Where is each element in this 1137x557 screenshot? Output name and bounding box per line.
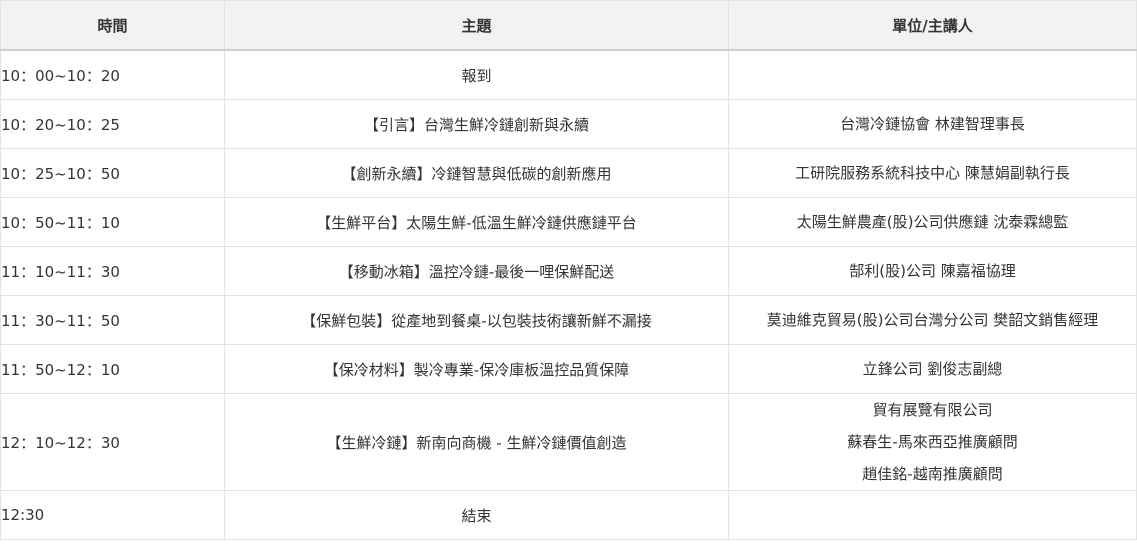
table-row: 11：50~12：10 【保冷材料】製冷專業-保冷庫板溫控品質保障 立鋒公司 劉俊志…: [0, 344, 1137, 394]
agenda-table: 時間 主題 單位/主講人 10：00~10：20 報到 10：20~10：25 【引言…: [0, 0, 1137, 540]
row-speaker: 莫迪維克貿易(股)公司台灣分公司 樊韶文銷售經理: [728, 295, 1137, 345]
speaker-lines: 莫迪維克貿易(股)公司台灣分公司 樊韶文銷售經理: [729, 304, 1136, 336]
speaker-lines: 郜利(股)公司 陳嘉福協理: [729, 255, 1136, 287]
row-topic: 【保冷材料】製冷專業-保冷庫板溫控品質保障: [224, 344, 729, 394]
row-time: 12:30: [0, 490, 225, 540]
agenda-body: 10：00~10：20 報到 10：20~10：25 【引言】台灣生鮮冷鏈創新與永續 台…: [0, 49, 1137, 540]
row-time: 10：25~10：50: [0, 148, 225, 198]
speaker-line: 郜利(股)公司 陳嘉福協理: [849, 262, 1016, 280]
speaker-line: 蘇春生-馬來西亞推廣顧問: [847, 433, 1018, 451]
speaker-line: 莫迪維克貿易(股)公司台灣分公司 樊韶文銷售經理: [766, 311, 1099, 329]
speaker-line: 台灣冷鏈協會 林建智理事長: [840, 115, 1025, 133]
row-topic: 【生鮮平台】太陽生鮮-低溫生鮮冷鏈供應鏈平台: [224, 197, 729, 247]
row-speaker: 立鋒公司 劉俊志副總: [728, 344, 1137, 394]
header-row: 時間 主題 單位/主講人: [0, 0, 1137, 51]
speaker-line: 貿有展覽有限公司: [872, 401, 993, 419]
row-time: 10：20~10：25: [0, 99, 225, 149]
speaker-line: 趙佳銘-越南推廣顧問: [862, 465, 1003, 483]
table-row: 12：10~12：30 【生鮮冷鏈】新南向商機 - 生鮮冷鏈價值創造 貿有展覽有限公…: [0, 393, 1137, 491]
row-topic: 【移動冰箱】溫控冷鏈-最後一哩保鮮配送: [224, 246, 729, 296]
row-speaker: 台灣冷鏈協會 林建智理事長: [728, 99, 1137, 149]
agenda-header: 時間 主題 單位/主講人: [0, 0, 1137, 51]
row-speaker: 貿有展覽有限公司蘇春生-馬來西亞推廣顧問 趙佳銘-越南推廣顧問: [728, 393, 1137, 491]
header-time: 時間: [0, 0, 225, 51]
row-speaker: 工研院服務系統科技中心 陳慧娟副執行長: [728, 148, 1137, 198]
row-time: 10：50~11：10: [0, 197, 225, 247]
row-topic: 結束: [224, 490, 729, 540]
table-row: 11：30~11：50 【保鮮包裝】從產地到餐桌-以包裝技術讓新鮮不漏接 莫迪維克貿…: [0, 295, 1137, 345]
table-row: 10：50~11：10 【生鮮平台】太陽生鮮-低溫生鮮冷鏈供應鏈平台 太陽生鮮農產(…: [0, 197, 1137, 247]
table-row: 12:30 結束: [0, 490, 1137, 540]
speaker-line: 工研院服務系統科技中心 陳慧娟副執行長: [795, 164, 1070, 182]
row-topic: 【保鮮包裝】從產地到餐桌-以包裝技術讓新鮮不漏接: [224, 295, 729, 345]
row-topic: 【創新永續】冷鏈智慧與低碳的創新應用: [224, 148, 729, 198]
speaker-line: 太陽生鮮農產(股)公司供應鏈 沈泰霖總監: [796, 213, 1069, 231]
row-time: 11：50~12：10: [0, 344, 225, 394]
table-row: 11：10~11：30 【移動冰箱】溫控冷鏈-最後一哩保鮮配送 郜利(股)公司 陳嘉…: [0, 246, 1137, 296]
speaker-lines: 太陽生鮮農產(股)公司供應鏈 沈泰霖總監: [729, 206, 1136, 238]
row-time: 10：00~10：20: [0, 49, 225, 100]
row-time: 11：10~11：30: [0, 246, 225, 296]
table-row: 10：00~10：20 報到: [0, 49, 1137, 100]
speaker-lines: 貿有展覽有限公司蘇春生-馬來西亞推廣顧問 趙佳銘-越南推廣顧問: [729, 394, 1136, 490]
row-speaker: 郜利(股)公司 陳嘉福協理: [728, 246, 1137, 296]
row-topic: 【生鮮冷鏈】新南向商機 - 生鮮冷鏈價值創造: [224, 393, 729, 491]
row-time: 12：10~12：30: [0, 393, 225, 491]
header-topic: 主題: [224, 0, 729, 51]
row-speaker: [728, 49, 1137, 100]
header-speaker: 單位/主講人: [728, 0, 1137, 51]
speaker-lines: 立鋒公司 劉俊志副總: [729, 353, 1136, 385]
row-speaker: 太陽生鮮農產(股)公司供應鏈 沈泰霖總監: [728, 197, 1137, 247]
speaker-lines: 工研院服務系統科技中心 陳慧娟副執行長: [729, 157, 1136, 189]
row-topic: 【引言】台灣生鮮冷鏈創新與永續: [224, 99, 729, 149]
table-row: 10：20~10：25 【引言】台灣生鮮冷鏈創新與永續 台灣冷鏈協會 林建智理事長: [0, 99, 1137, 149]
speaker-lines: 台灣冷鏈協會 林建智理事長: [729, 108, 1136, 140]
row-speaker: [728, 490, 1137, 540]
table-row: 10：25~10：50 【創新永續】冷鏈智慧與低碳的創新應用 工研院服務系統科技中心…: [0, 148, 1137, 198]
row-time: 11：30~11：50: [0, 295, 225, 345]
speaker-line: 立鋒公司 劉俊志副總: [862, 360, 1003, 378]
row-topic: 報到: [224, 49, 729, 100]
